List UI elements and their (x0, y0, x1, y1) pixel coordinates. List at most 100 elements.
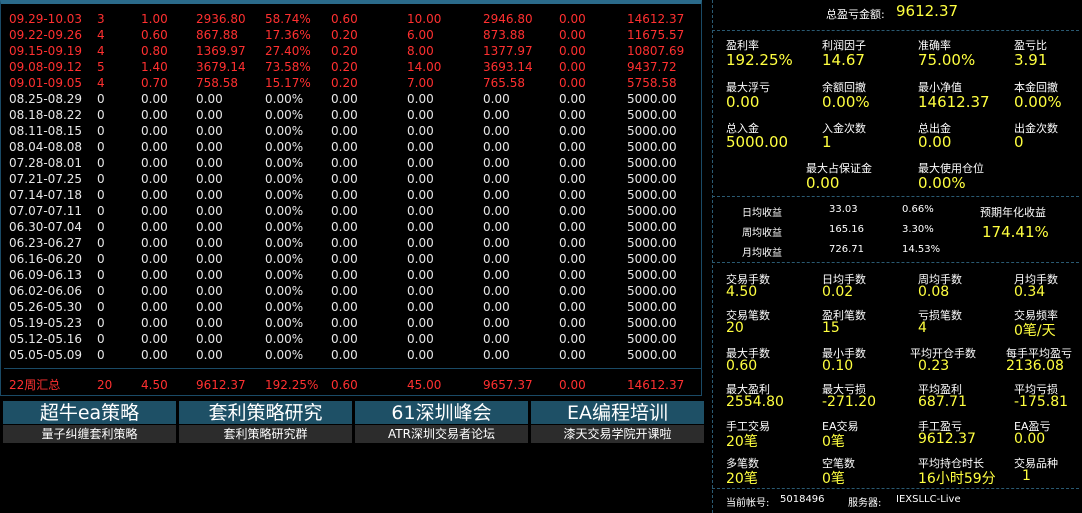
row-cell-c3: 2936.80 (196, 12, 246, 26)
row-cell-c9: 11675.57 (627, 28, 685, 42)
row-cell-c3: 758.58 (196, 76, 238, 90)
row-cell-c2: 0.60 (141, 28, 168, 42)
row-cell-c4: 58.74% (265, 12, 311, 26)
stats-panel: 总盈亏金额: 9612.37 盈利率 192.25% 利润因子 14.67 准确… (712, 0, 1082, 513)
row-cell-c4: 73.58% (265, 60, 311, 74)
row-cell-c4: 0.00% (265, 332, 304, 346)
monthly-return-pct: 14.53% (902, 244, 941, 255)
row-cell-c9: 5000.00 (627, 348, 677, 362)
row-cell-c2: 0.00 (141, 300, 168, 314)
total-deposit-value: 5000.00 (726, 133, 789, 151)
row-cell-c4: 0.00% (265, 220, 304, 234)
promo-title: EA编程培训 (531, 401, 704, 424)
row-cell-c7: 0.00 (483, 268, 510, 282)
row-cell-c1: 0 (97, 348, 105, 362)
row-period: 07.14-07.18 (9, 188, 83, 202)
row-cell-c4: 0.00% (265, 316, 304, 330)
max-lots-value: 0.60 (726, 358, 758, 374)
row-cell-c2: 0.00 (141, 172, 168, 186)
row-cell-c7: 0.00 (483, 316, 510, 330)
row-cell-c9: 5000.00 (627, 332, 677, 346)
promo-subtitle: 量子纠缠套利策略 (3, 425, 176, 443)
row-cell-c2: 0.00 (141, 140, 168, 154)
trades-value: 20 (726, 320, 744, 336)
row-period: 05.05-05.09 (9, 348, 83, 362)
row-cell-c9: 5000.00 (627, 140, 677, 154)
monthly-lots-value: 0.34 (1014, 284, 1046, 300)
row-cell-c4: 0.00% (265, 124, 304, 138)
row-cell-c5: 0.00 (331, 220, 358, 234)
profit-factor-value: 14.67 (822, 51, 865, 69)
row-cell-c6: 14.00 (407, 60, 442, 74)
daily-return-label: 日均收益 (742, 208, 782, 219)
balance-drawdown-value: 0.00% (822, 93, 870, 111)
row-cell-c1: 4 (97, 44, 105, 58)
row-period: 09.01-09.05 (9, 76, 83, 90)
row-cell-c1: 0 (97, 172, 105, 186)
row-cell-c8: 0.00 (559, 156, 586, 170)
row-cell-c1: 0 (97, 252, 105, 266)
row-cell-c2: 0.00 (141, 124, 168, 138)
row-cell-c7: 0.00 (483, 236, 510, 250)
row-cell-c7: 0.00 (483, 300, 510, 314)
summary-c8: 0.00 (559, 378, 586, 392)
row-cell-c2: 1.40 (141, 60, 168, 74)
row-period: 07.07-07.11 (9, 204, 83, 218)
row-period: 08.25-08.29 (9, 92, 83, 106)
row-cell-c8: 0.00 (559, 348, 586, 362)
promo-arbitrage-research[interactable]: 套利策略研究 套利策略研究群 (179, 401, 352, 445)
row-cell-c1: 4 (97, 28, 105, 42)
manual-pl-value: 9612.37 (918, 431, 976, 447)
row-cell-c5: 0.00 (331, 108, 358, 122)
row-cell-c7: 873.88 (483, 28, 525, 42)
row-period: 06.23-06.27 (9, 236, 83, 250)
row-cell-c6: 0.00 (407, 124, 434, 138)
row-cell-c6: 0.00 (407, 172, 434, 186)
promo-ea-training[interactable]: EA编程培训 漆天交易学院开课啦 (531, 401, 704, 445)
row-period: 06.30-07.04 (9, 220, 83, 234)
row-cell-c1: 0 (97, 108, 105, 122)
row-cell-c5: 0.00 (331, 188, 358, 202)
row-cell-c4: 0.00% (265, 236, 304, 250)
promo-ea-strategy[interactable]: 超牛ea策略 量子纠缠套利策略 (3, 401, 176, 445)
row-cell-c4: 0.00% (265, 348, 304, 362)
short-count-value: 0笔 (822, 471, 845, 487)
row-cell-c8: 0.00 (559, 204, 586, 218)
loss-trades-value: 4 (918, 320, 927, 336)
row-cell-c4: 0.00% (265, 140, 304, 154)
row-cell-c4: 0.00% (265, 300, 304, 314)
row-cell-c8: 0.00 (559, 92, 586, 106)
min-lots-value: 0.10 (822, 358, 854, 374)
account-label: 当前帐号: (726, 498, 770, 509)
row-cell-c1: 0 (97, 268, 105, 282)
row-cell-c8: 0.00 (559, 12, 586, 26)
row-cell-c6: 0.00 (407, 204, 434, 218)
row-cell-c9: 5000.00 (627, 284, 677, 298)
promo-subtitle: 漆天交易学院开课啦 (531, 425, 704, 443)
promo-shenzhen-summit[interactable]: 61深圳峰会 ATR深圳交易者论坛 (355, 401, 528, 445)
total-pl-value: 9612.37 (896, 2, 959, 20)
row-cell-c8: 0.00 (559, 316, 586, 330)
weekly-lots-value: 0.08 (918, 284, 950, 300)
daily-return-pct: 0.66% (902, 204, 934, 215)
row-cell-c3: 0.00 (196, 172, 223, 186)
row-cell-c2: 0.00 (141, 108, 168, 122)
summary-c5: 0.60 (331, 378, 358, 392)
row-cell-c1: 0 (97, 332, 105, 346)
max-float-loss-value: 0.00 (726, 93, 760, 111)
max-loss-value: -271.20 (822, 394, 877, 410)
ea-pl-value: 0.00 (1014, 431, 1046, 447)
average-returns-section: 日均收益 33.03 0.66% 周均收益 165.16 3.30% 月均收益 … (712, 197, 1079, 263)
row-cell-c4: 0.00% (265, 108, 304, 122)
row-cell-c8: 0.00 (559, 252, 586, 266)
summary-period: 22周汇总 (9, 378, 61, 392)
row-cell-c8: 0.00 (559, 268, 586, 282)
row-cell-c1: 3 (97, 12, 105, 26)
row-cell-c8: 0.00 (559, 220, 586, 234)
row-cell-c2: 0.70 (141, 76, 168, 90)
row-cell-c9: 5000.00 (627, 124, 677, 138)
row-cell-c8: 0.00 (559, 140, 586, 154)
row-cell-c5: 0.00 (331, 236, 358, 250)
weekly-return-value: 165.16 (829, 224, 864, 235)
row-cell-c8: 0.00 (559, 284, 586, 298)
